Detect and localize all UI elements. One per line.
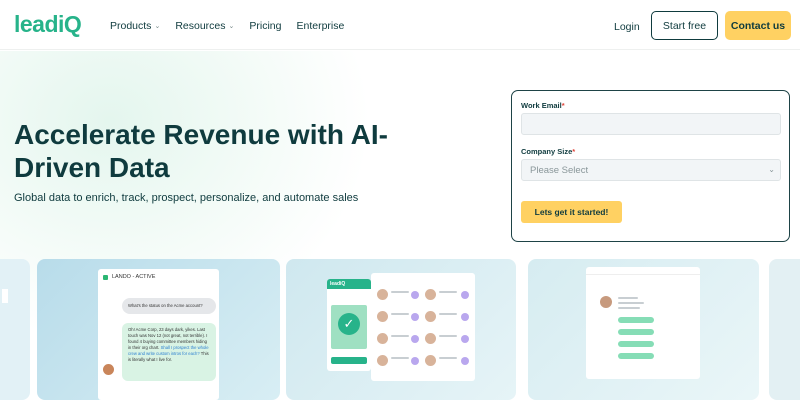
chat-header: LANDO - ACTIVE — [103, 274, 155, 280]
status-dot-icon — [103, 274, 108, 280]
status-badge — [461, 313, 469, 321]
leadiq-logo[interactable]: leadiQ — [14, 11, 82, 38]
company-size-label: Company Size* — [521, 147, 576, 156]
carousel-card-dashboard[interactable]: leadiQ ✓ — [286, 259, 516, 400]
chevron-down-icon: ⌄ — [154, 23, 161, 30]
avatar — [425, 355, 436, 366]
nav-item-products[interactable]: Products ⌄ — [110, 20, 160, 32]
start-free-button[interactable]: Start free — [651, 11, 718, 40]
avatar — [377, 333, 388, 344]
text-line — [439, 291, 457, 293]
chevron-down-icon: ⌄ — [228, 23, 235, 30]
dashboard-button — [331, 357, 367, 364]
nav-links: Products ⌄ Resources ⌄ Pricing Enterpris… — [110, 20, 359, 32]
nav-item-label: Resources — [175, 20, 226, 32]
status-badge — [411, 313, 419, 321]
user-message: What's the status on the Acme account? — [122, 298, 216, 314]
text-line — [618, 297, 638, 299]
nav-item-label: Pricing — [249, 20, 282, 32]
avatar — [377, 289, 388, 300]
login-link[interactable]: Login — [614, 21, 640, 33]
required-marker: * — [561, 101, 565, 110]
email-label: Work Email* — [521, 101, 565, 110]
status-badge — [461, 335, 469, 343]
top-nav: leadiQ Products ⌄ Resources ⌄ Pricing En… — [0, 0, 800, 50]
hero-headline: Accelerate Revenue with AI-Driven Data — [14, 119, 388, 183]
dashboard-sidebar: leadiQ ✓ — [327, 279, 371, 371]
tag-pill — [618, 329, 654, 335]
avatar — [102, 363, 115, 376]
tag-pill — [618, 341, 654, 347]
status-badge — [461, 291, 469, 299]
status-badge — [411, 291, 419, 299]
status-badge — [461, 357, 469, 365]
text-line — [391, 335, 409, 337]
select-placeholder: Please Select — [530, 165, 589, 176]
avatar — [600, 296, 612, 308]
check-icon: ✓ — [338, 313, 360, 335]
nav-item-label: Products — [110, 20, 152, 32]
hero-subheadline: Global data to enrich, track, prospect, … — [14, 192, 359, 204]
avatar — [425, 333, 436, 344]
assistant-reply: Oh! Acme Corp, 23 days dark, yikes. Last… — [122, 323, 216, 381]
window-bar — [586, 267, 700, 275]
chat-window: LANDO - ACTIVE What's the status on the … — [98, 269, 219, 400]
submit-button[interactable]: Lets get it started! — [521, 201, 622, 223]
nav-item-enterprise[interactable]: Enterprise — [297, 20, 345, 32]
nav-item-pricing[interactable]: Pricing — [249, 20, 281, 32]
text-line — [439, 313, 457, 315]
carousel-card-chat[interactable]: LANDO - ACTIVE What's the status on the … — [37, 259, 280, 400]
status-badge — [411, 357, 419, 365]
contact-us-button[interactable]: Contact us — [725, 11, 791, 40]
text-line — [439, 357, 457, 359]
nav-item-label: Enterprise — [296, 20, 345, 32]
nav-item-resources[interactable]: Resources ⌄ — [175, 20, 234, 32]
text-line — [439, 335, 457, 337]
text-line — [618, 307, 640, 309]
avatar — [377, 311, 388, 322]
required-marker: * — [572, 147, 576, 156]
tag-pill — [618, 353, 654, 359]
dashboard-header: leadiQ — [327, 279, 371, 289]
carousel-card-next[interactable] — [769, 259, 800, 400]
avatar — [425, 289, 436, 300]
company-size-select[interactable]: Please Select ⌄ — [521, 159, 781, 181]
avatar — [425, 311, 436, 322]
contact-grid — [371, 273, 475, 381]
text-line — [391, 357, 409, 359]
work-email-input[interactable] — [521, 113, 781, 135]
text-line — [391, 313, 409, 315]
carousel-card-profile[interactable] — [528, 259, 759, 400]
profile-window — [586, 267, 700, 379]
signup-form: Work Email* Company Size* Please Select … — [511, 90, 790, 242]
carousel-card-prev[interactable] — [0, 259, 30, 400]
chevron-down-icon: ⌄ — [768, 165, 775, 174]
tag-pill — [618, 317, 654, 323]
text-line — [618, 302, 644, 304]
text-line — [391, 291, 409, 293]
avatar — [377, 355, 388, 366]
status-badge — [411, 335, 419, 343]
card-fragment — [2, 289, 8, 303]
